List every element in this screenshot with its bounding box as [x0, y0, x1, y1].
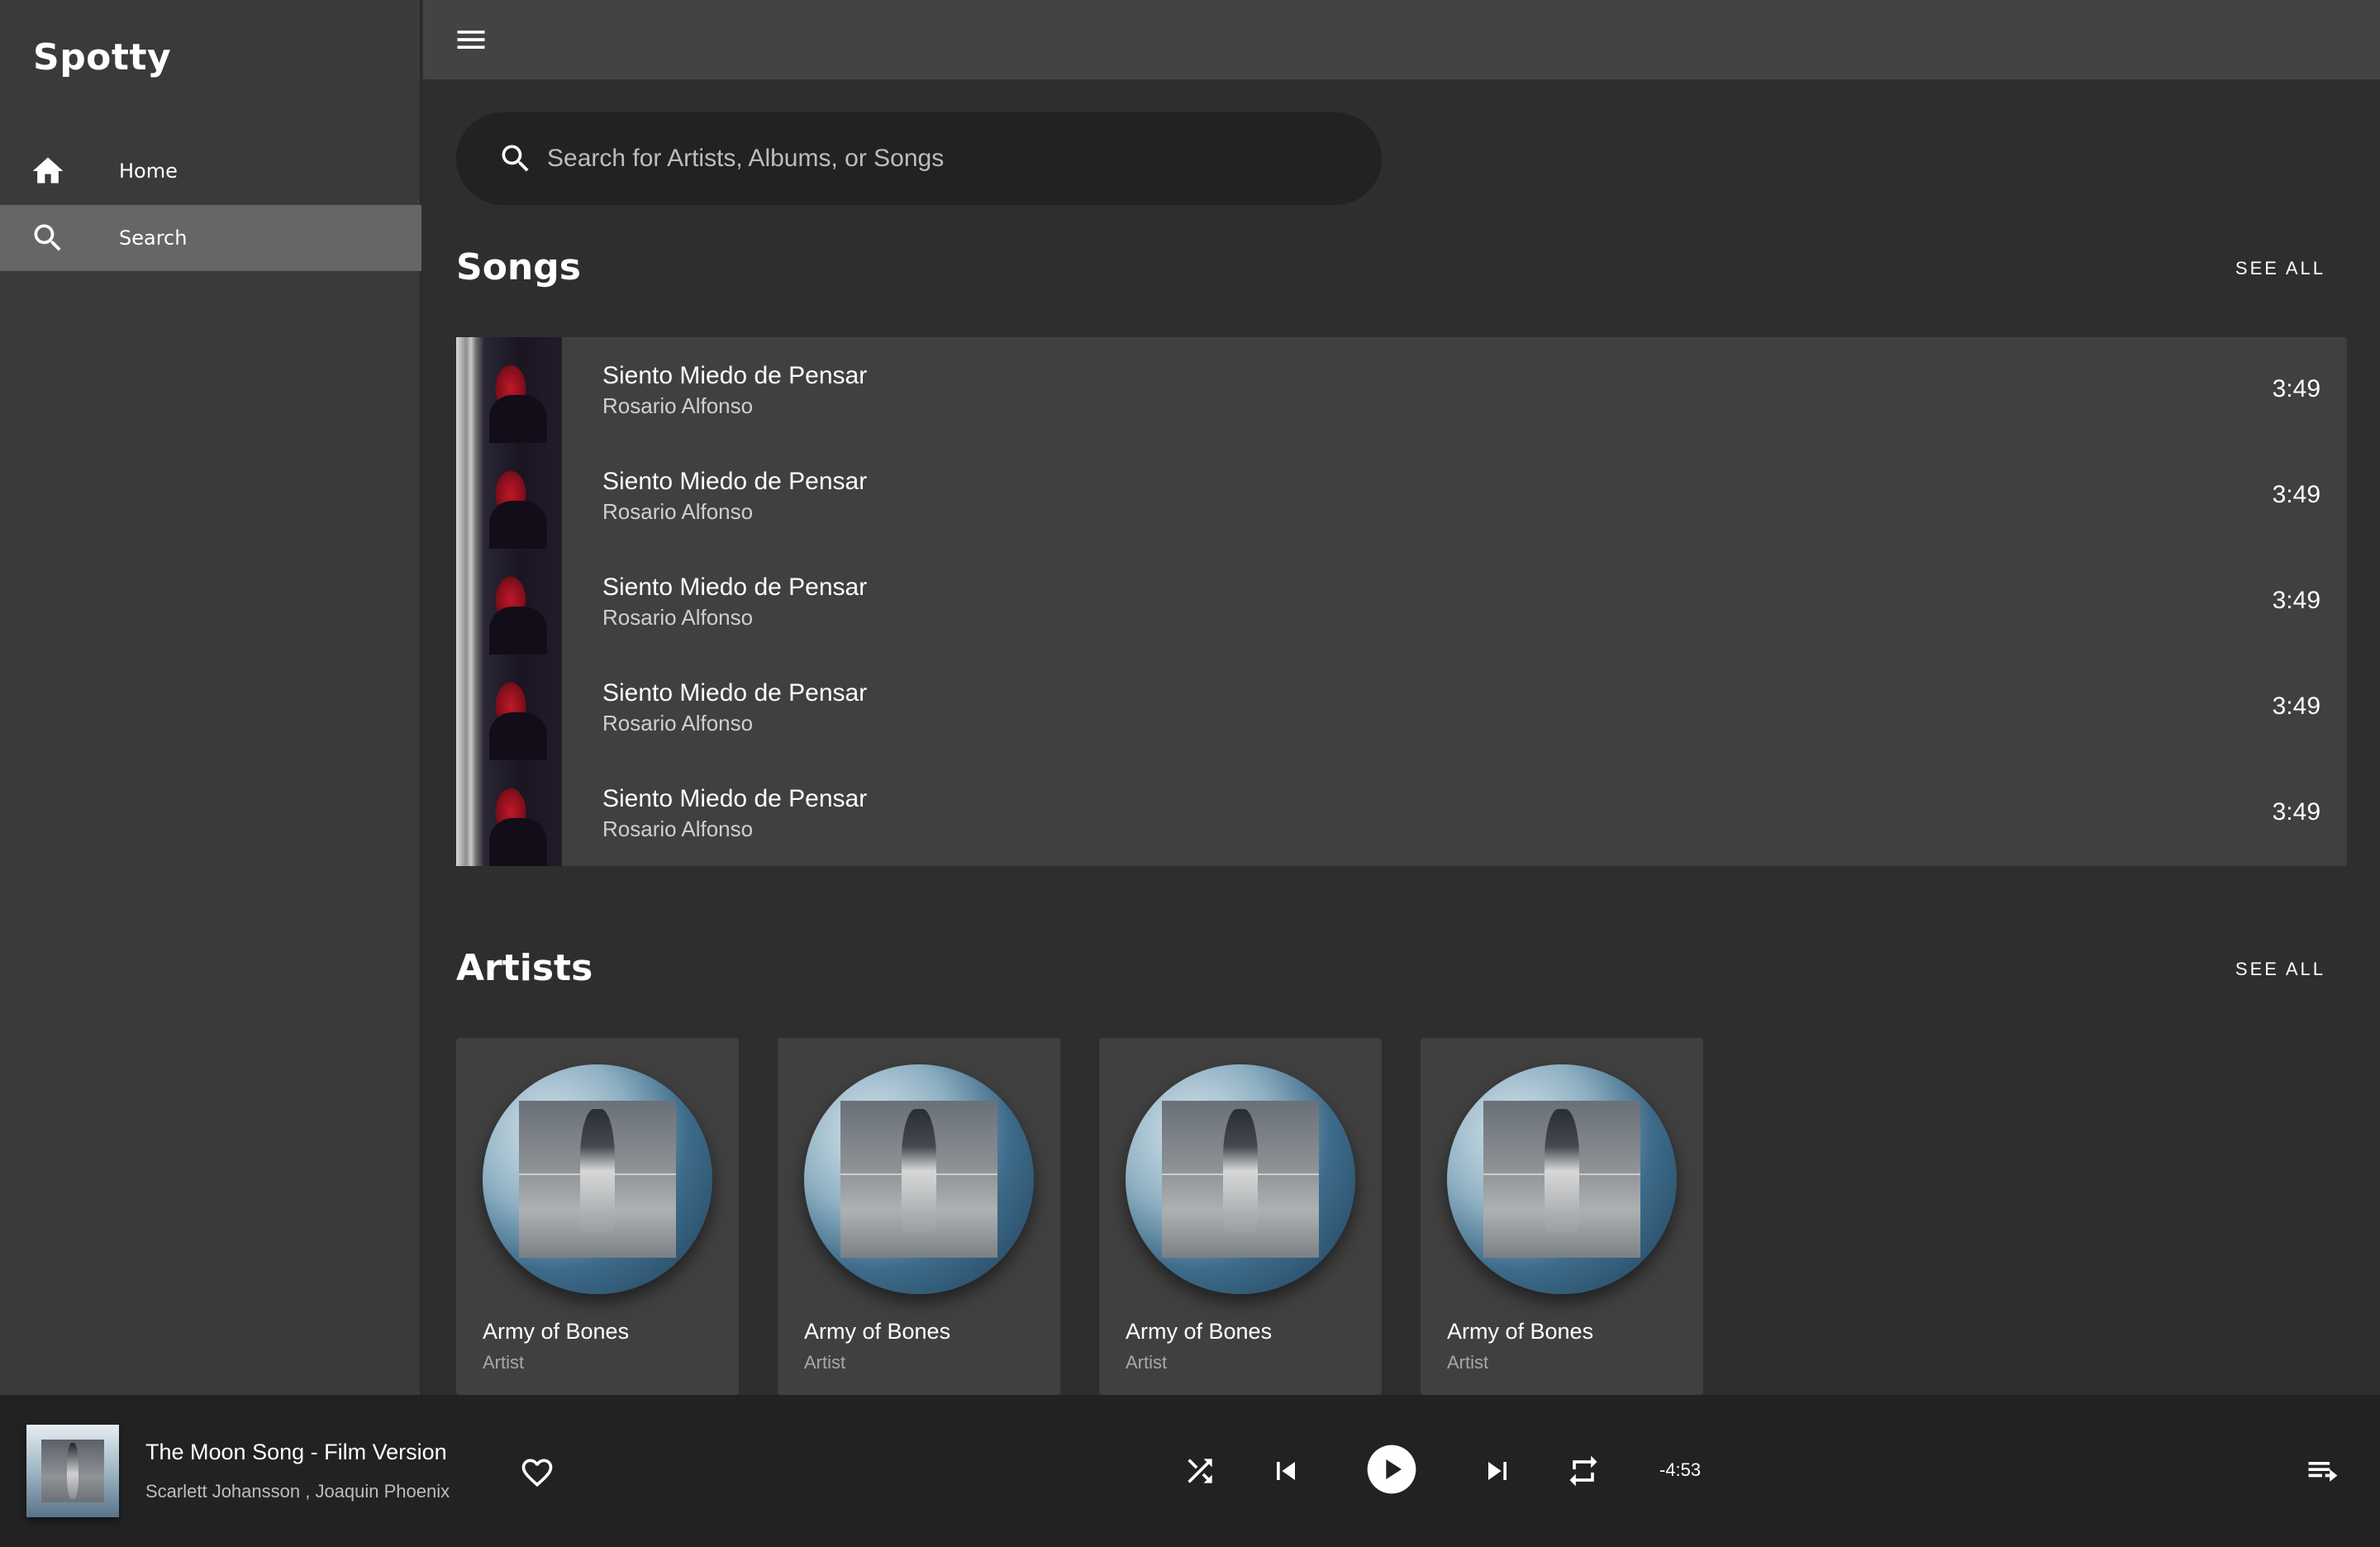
main-content: Songs SEE ALL Siento Miedo de Pensar Ros… [423, 79, 2380, 1395]
artist-card[interactable]: Army of Bones Artist [1421, 1038, 1703, 1395]
artist-name: Army of Bones [483, 1319, 630, 1344]
song-duration: 3:49 [2272, 375, 2320, 402]
artist-name: Army of Bones [1447, 1319, 1594, 1344]
song-artist: Rosario Alfonso [602, 711, 754, 735]
song-row[interactable]: Siento Miedo de Pensar Rosario Alfonso 3… [456, 549, 2347, 654]
song-row[interactable]: Siento Miedo de Pensar Rosario Alfonso 3… [456, 337, 2347, 443]
song-title: Siento Miedo de Pensar [602, 468, 868, 495]
sidebar-item-label: Home [119, 159, 178, 183]
next-icon[interactable] [1479, 1453, 1516, 1489]
artists-heading: Artists [456, 947, 593, 989]
artist-card[interactable]: Army of Bones Artist [778, 1038, 1060, 1395]
play-icon[interactable] [1365, 1443, 1418, 1496]
song-duration: 3:49 [2272, 481, 2320, 508]
song-artist: Rosario Alfonso [602, 393, 754, 418]
artist-card[interactable]: Army of Bones Artist [1099, 1038, 1382, 1395]
song-album-art [456, 337, 562, 443]
heart-outline-icon[interactable] [519, 1454, 555, 1491]
songs-list: Siento Miedo de Pensar Rosario Alfonso 3… [456, 337, 2347, 866]
song-row[interactable]: Siento Miedo de Pensar Rosario Alfonso 3… [456, 654, 2347, 760]
songs-heading: Songs [456, 246, 581, 288]
artist-image [1447, 1064, 1677, 1294]
song-title: Siento Miedo de Pensar [602, 362, 868, 389]
artist-card[interactable]: Army of Bones Artist [456, 1038, 739, 1395]
search-icon [34, 224, 61, 251]
time-remaining: -4:53 [1659, 1459, 1702, 1480]
player-bar: The Moon Song - Film Version Scarlett Jo… [0, 1395, 2380, 1547]
artist-name: Army of Bones [804, 1319, 951, 1344]
app-logo: Spotty [33, 36, 172, 79]
song-title: Siento Miedo de Pensar [602, 785, 868, 812]
artist-image [483, 1064, 712, 1294]
now-playing-album-art[interactable] [26, 1425, 119, 1517]
song-album-art [456, 443, 562, 549]
song-artist: Rosario Alfonso [602, 499, 754, 524]
sidebar-item-home[interactable]: Home [0, 138, 421, 204]
sidebar-item-label: Search [119, 226, 188, 250]
sidebar-item-search[interactable]: Search [0, 205, 421, 271]
shuffle-icon[interactable] [1182, 1453, 1218, 1489]
queue-icon[interactable] [2304, 1453, 2340, 1489]
artist-type: Artist [804, 1352, 846, 1373]
song-artist: Rosario Alfonso [602, 605, 754, 630]
top-bar [423, 0, 2380, 79]
song-title: Siento Miedo de Pensar [602, 574, 868, 601]
search-bar[interactable] [456, 112, 1382, 205]
song-album-art [456, 654, 562, 760]
artist-type: Artist [1447, 1352, 1489, 1373]
previous-icon[interactable] [1268, 1453, 1304, 1489]
song-duration: 3:49 [2272, 587, 2320, 614]
artist-image [804, 1064, 1034, 1294]
repeat-icon[interactable] [1565, 1453, 1602, 1489]
menu-icon[interactable] [453, 21, 489, 58]
artist-type: Artist [483, 1352, 525, 1373]
song-album-art [456, 549, 562, 654]
now-playing-artists[interactable]: Scarlett Johansson , Joaquin Phoenix [145, 1481, 450, 1502]
now-playing-title[interactable]: The Moon Song - Film Version [145, 1440, 447, 1465]
artist-type: Artist [1126, 1352, 1168, 1373]
song-row[interactable]: Siento Miedo de Pensar Rosario Alfonso 3… [456, 443, 2347, 549]
song-duration: 3:49 [2272, 798, 2320, 826]
search-icon [502, 145, 529, 172]
app-window: Spotty Home Search Songs SEE [0, 0, 2380, 1547]
artists-see-all-link[interactable]: SEE ALL [2235, 959, 2325, 980]
artist-image [1126, 1064, 1355, 1294]
home-icon [32, 157, 64, 183]
song-album-art [456, 760, 562, 866]
songs-see-all-link[interactable]: SEE ALL [2235, 258, 2325, 279]
song-row[interactable]: Siento Miedo de Pensar Rosario Alfonso 3… [456, 760, 2347, 866]
search-input[interactable] [547, 137, 1357, 180]
sidebar: Spotty Home Search [0, 0, 421, 1395]
song-title: Siento Miedo de Pensar [602, 679, 868, 707]
artist-name: Army of Bones [1126, 1319, 1273, 1344]
song-duration: 3:49 [2272, 693, 2320, 720]
song-artist: Rosario Alfonso [602, 816, 754, 841]
